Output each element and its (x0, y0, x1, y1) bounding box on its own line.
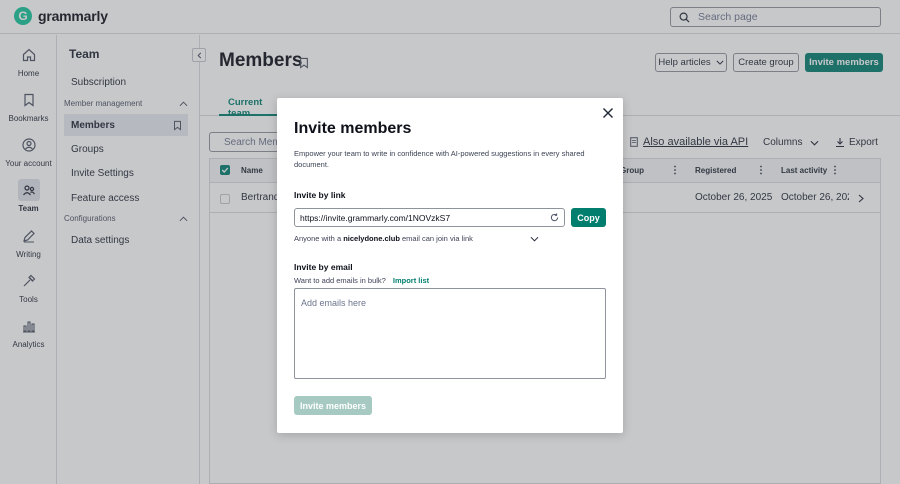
invite-by-link-label: Invite by link (294, 190, 346, 200)
link-access-prefix: Anyone with a (294, 234, 342, 243)
import-list-link[interactable]: Import list (393, 276, 429, 285)
modal-title: Invite members (294, 120, 412, 137)
emails-textarea[interactable]: Add emails here (294, 288, 606, 379)
bulk-text: Want to add emails in bulk? (294, 276, 386, 285)
chevron-down-icon (530, 236, 539, 242)
invite-members-modal: Invite members Empower your team to writ… (277, 98, 623, 433)
modal-description: Empower your team to write in confidence… (294, 149, 585, 169)
link-access-domain: nicelydone.club (343, 234, 400, 243)
emails-placeholder: Add emails here (301, 298, 367, 308)
link-access-text: Anyone with a nicelydone.club email can … (294, 234, 473, 243)
invite-by-email-label: Invite by email (294, 262, 353, 272)
bulk-import-row: Want to add emails in bulk? Import list (294, 276, 429, 285)
link-access-suffix: email can join via link (402, 234, 473, 243)
copy-link-button[interactable]: Copy (571, 208, 606, 227)
invite-link-value: https://invite.grammarly.com/1NOVzkS7 (300, 212, 451, 223)
link-access-dropdown[interactable]: Anyone with a nicelydone.club email can … (294, 234, 539, 243)
submit-invite-button[interactable]: Invite members (294, 396, 372, 415)
close-icon[interactable] (602, 107, 614, 119)
invite-link-field[interactable]: https://invite.grammarly.com/1NOVzkS7 (294, 208, 565, 227)
refresh-icon[interactable] (550, 213, 559, 222)
